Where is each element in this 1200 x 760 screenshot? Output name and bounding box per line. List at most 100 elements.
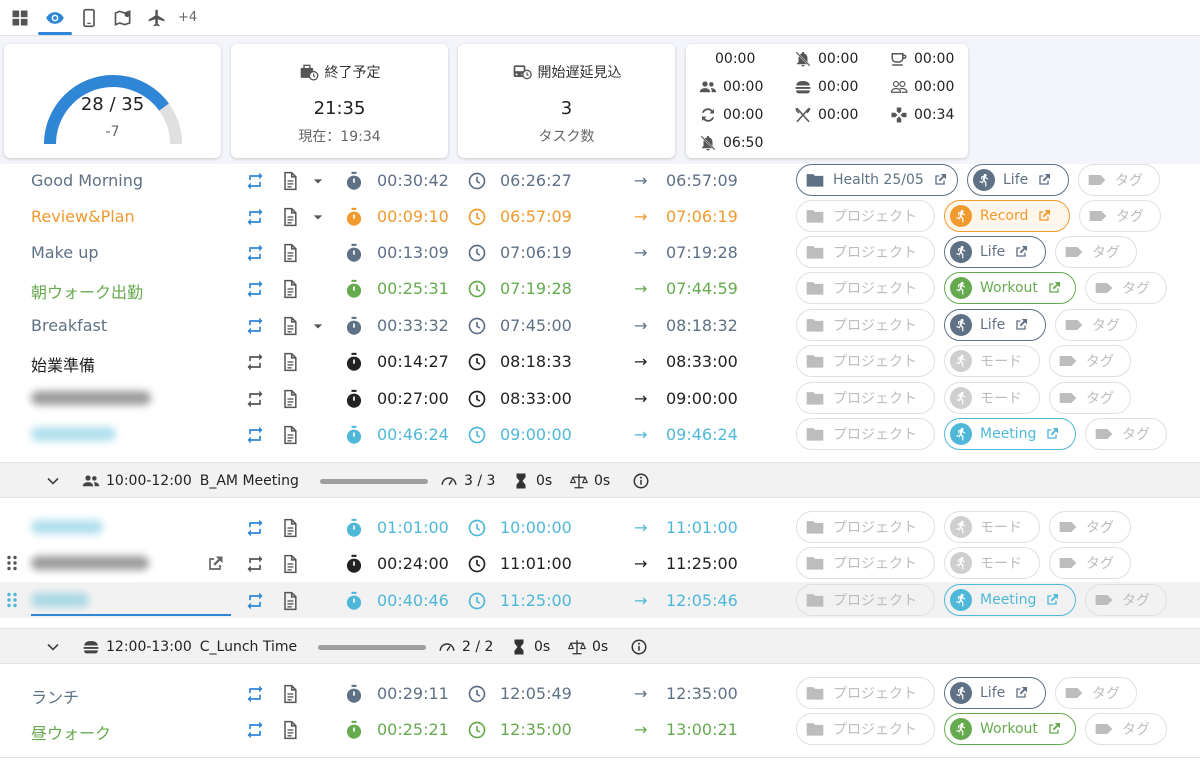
- project-chip[interactable]: プロジェクト: [796, 309, 935, 341]
- more-tabs-label[interactable]: +4: [178, 10, 197, 25]
- task-row[interactable]: 01:01:00 10:00:00 → 11:01:00 プロジェクト モード タグ: [0, 509, 1200, 545]
- task-row[interactable]: 00:24:00 11:01:00 → 11:25:00 プロジェクト モード タグ: [0, 545, 1200, 581]
- task-row[interactable]: 昼ウォーク 00:25:21 12:35:00 → 13:00:21 プロジェクト Work…: [0, 711, 1200, 747]
- tag-chip[interactable]: タグ: [1085, 272, 1167, 304]
- tag-chip[interactable]: タグ: [1085, 584, 1167, 616]
- repeat-icon[interactable]: [244, 170, 266, 192]
- repeat-icon[interactable]: [244, 242, 266, 264]
- mode-chip[interactable]: Life: [967, 164, 1069, 196]
- note-icon[interactable]: [279, 388, 301, 410]
- task-row[interactable]: ランチ 00:29:11 12:05:49 → 12:35:00 プロジェクト Life タグ: [0, 675, 1200, 711]
- info-icon[interactable]: [630, 638, 648, 656]
- repeat-icon[interactable]: [244, 719, 266, 741]
- info-icon[interactable]: [632, 472, 650, 490]
- chevron-down-icon[interactable]: [307, 170, 329, 192]
- project-chip[interactable]: Health 25/05: [796, 164, 958, 196]
- repeat-icon[interactable]: [244, 553, 266, 575]
- mode-chip[interactable]: Life: [944, 309, 1046, 341]
- task-row[interactable]: Review&Plan 00:09:10 06:57:09 → 07:06:19 プロジェ…: [0, 198, 1200, 234]
- project-chip[interactable]: プロジェクト: [796, 200, 935, 232]
- project-chip[interactable]: プロジェクト: [796, 547, 935, 579]
- mode-chip[interactable]: Life: [944, 677, 1046, 709]
- task-name[interactable]: Breakfast: [31, 316, 107, 335]
- task-row[interactable]: 朝ウォーク出勤 00:25:31 07:19:28 → 07:44:59 プロジェクト Wo…: [0, 270, 1200, 306]
- repeat-icon[interactable]: [244, 388, 266, 410]
- tag-chip[interactable]: タグ: [1055, 677, 1137, 709]
- mode-chip[interactable]: Meeting: [944, 584, 1076, 616]
- mode-chip[interactable]: モード: [944, 547, 1040, 579]
- project-chip[interactable]: プロジェクト: [796, 236, 935, 268]
- repeat-icon[interactable]: [244, 590, 266, 612]
- repeat-icon[interactable]: [244, 315, 266, 337]
- project-chip[interactable]: プロジェクト: [796, 272, 935, 304]
- mode-chip[interactable]: Meeting: [944, 418, 1076, 450]
- task-name[interactable]: Review&Plan: [31, 207, 135, 226]
- mode-chip[interactable]: Workout: [944, 272, 1076, 304]
- task-name[interactable]: [31, 591, 89, 607]
- note-icon[interactable]: [279, 590, 301, 612]
- tag-chip[interactable]: タグ: [1049, 547, 1131, 579]
- chevron-down-icon[interactable]: [307, 315, 329, 337]
- drag-handle-icon[interactable]: [6, 555, 18, 571]
- task-name[interactable]: Make up: [31, 243, 99, 262]
- project-chip[interactable]: プロジェクト: [796, 418, 935, 450]
- task-row[interactable]: Good Morning 00:30:42 06:26:27 → 06:57:09 Hea…: [0, 162, 1200, 198]
- chevron-down-icon[interactable]: [42, 636, 64, 658]
- tag-chip[interactable]: タグ: [1085, 418, 1167, 450]
- project-chip[interactable]: プロジェクト: [796, 677, 935, 709]
- tag-chip[interactable]: タグ: [1055, 309, 1137, 341]
- note-icon[interactable]: [279, 553, 301, 575]
- note-icon[interactable]: [279, 719, 301, 741]
- drag-handle-icon[interactable]: [6, 592, 18, 608]
- note-icon[interactable]: [279, 683, 301, 705]
- project-chip[interactable]: プロジェクト: [796, 713, 935, 745]
- task-row[interactable]: 00:46:24 09:00:00 → 09:46:24 プロジェクト Meeting タグ: [0, 416, 1200, 452]
- tag-chip[interactable]: タグ: [1079, 200, 1161, 232]
- mode-chip[interactable]: モード: [944, 511, 1040, 543]
- task-row[interactable]: Make up 00:13:09 07:06:19 → 07:19:28 プロジェクト Li…: [0, 234, 1200, 270]
- note-icon[interactable]: [279, 242, 301, 264]
- note-icon[interactable]: [279, 351, 301, 373]
- repeat-icon[interactable]: [244, 424, 266, 446]
- task-name[interactable]: [31, 389, 151, 405]
- task-row[interactable]: 00:27:00 08:33:00 → 09:00:00 プロジェクト モード タグ: [0, 380, 1200, 416]
- mode-chip[interactable]: モード: [944, 345, 1040, 377]
- repeat-icon[interactable]: [244, 206, 266, 228]
- task-name[interactable]: [31, 518, 103, 534]
- task-name[interactable]: [31, 425, 116, 441]
- mode-chip[interactable]: モード: [944, 382, 1040, 414]
- open-link-icon[interactable]: [204, 553, 226, 575]
- project-chip[interactable]: プロジェクト: [796, 511, 935, 543]
- tag-chip[interactable]: タグ: [1049, 345, 1131, 377]
- phone-icon[interactable]: [77, 7, 101, 29]
- chevron-down-icon[interactable]: [42, 470, 64, 492]
- time-block-header[interactable]: 10:00-12:00 B_AM Meeting 3 / 3 0s 0s: [0, 462, 1200, 498]
- note-icon[interactable]: [279, 517, 301, 539]
- airplane-icon[interactable]: [145, 7, 169, 29]
- note-icon[interactable]: [279, 278, 301, 300]
- tag-chip[interactable]: タグ: [1085, 713, 1167, 745]
- repeat-icon[interactable]: [244, 517, 266, 539]
- tag-chip[interactable]: タグ: [1078, 164, 1160, 196]
- time-block-header[interactable]: 12:00-13:00 C_Lunch Time 2 / 2 0s 0s: [0, 628, 1200, 664]
- task-name[interactable]: Good Morning: [31, 171, 143, 190]
- task-name[interactable]: 始業準備: [31, 352, 95, 376]
- eye-icon[interactable]: [43, 7, 67, 29]
- task-name[interactable]: 朝ウォーク出勤: [31, 279, 143, 303]
- task-row[interactable]: Breakfast 00:33:32 07:45:00 → 08:18:32 プロジェクト…: [0, 307, 1200, 343]
- note-icon[interactable]: [279, 315, 301, 337]
- project-chip[interactable]: プロジェクト: [796, 345, 935, 377]
- task-name[interactable]: [31, 554, 149, 570]
- grid-icon[interactable]: [8, 7, 32, 29]
- tag-chip[interactable]: タグ: [1055, 236, 1137, 268]
- tag-chip[interactable]: タグ: [1049, 382, 1131, 414]
- map-icon[interactable]: [111, 7, 135, 29]
- chevron-down-icon[interactable]: [307, 206, 329, 228]
- repeat-icon[interactable]: [244, 351, 266, 373]
- project-chip[interactable]: プロジェクト: [796, 584, 935, 616]
- repeat-icon[interactable]: [244, 683, 266, 705]
- mode-chip[interactable]: Record: [944, 200, 1070, 232]
- tag-chip[interactable]: タグ: [1049, 511, 1131, 543]
- repeat-icon[interactable]: [244, 278, 266, 300]
- note-icon[interactable]: [279, 170, 301, 192]
